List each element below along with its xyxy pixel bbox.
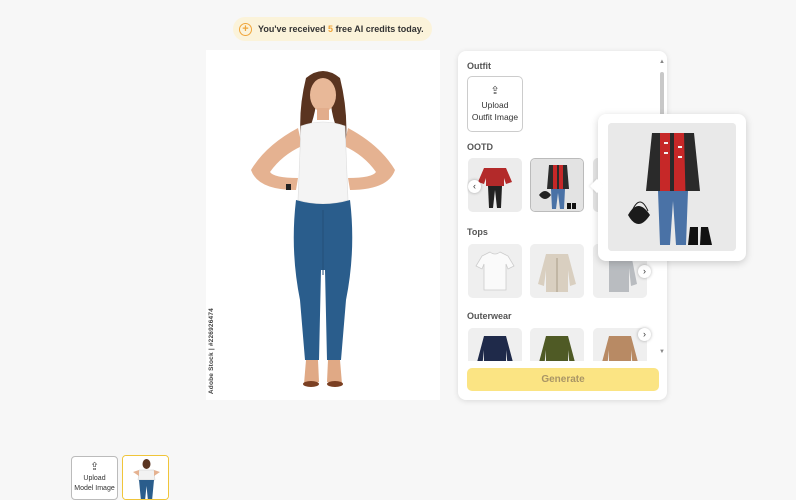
plus-circle-icon: +	[239, 22, 252, 36]
ootd-item-red-scarf[interactable]	[530, 158, 584, 212]
credits-text: You've received 5 free AI credits today.	[258, 24, 424, 34]
model-photo	[251, 71, 395, 387]
upload-outfit-button[interactable]: ⇪ Upload Outfit Image	[467, 76, 523, 132]
outerwear-row: ›	[467, 328, 657, 361]
outfit-preview-image	[608, 123, 736, 251]
outfit-preview-popup	[589, 114, 746, 261]
upload-icon: ⇪	[490, 85, 500, 97]
outerwear-item-navy-jacket[interactable]	[468, 328, 522, 361]
section-title-tops: Tops	[467, 227, 488, 237]
section-title-outerwear: Outerwear	[467, 311, 512, 321]
section-title-outfit: Outfit	[467, 61, 491, 71]
credits-banner: + You've received 5 free AI credits toda…	[233, 17, 432, 41]
model-thumbnail-selected[interactable]	[122, 455, 169, 500]
tops-item-white-tee[interactable]	[468, 244, 522, 298]
outerwear-item-olive-jacket[interactable]	[530, 328, 584, 361]
upload-icon: ⇪	[89, 461, 100, 473]
outerwear-next-button[interactable]: ›	[638, 328, 651, 341]
watermark-text: Adobe Stock | #226926474	[208, 307, 215, 394]
model-canvas: Adobe Stock | #226926474	[206, 50, 440, 400]
tops-next-button[interactable]: ›	[638, 265, 651, 278]
scroll-up-icon[interactable]: ▲	[659, 59, 665, 65]
section-title-ootd: OOTD	[467, 142, 493, 152]
tops-item-cardigan[interactable]	[530, 244, 584, 298]
upload-model-button[interactable]: ⇪ Upload Model Image	[71, 456, 118, 500]
generate-button[interactable]: Generate	[467, 368, 659, 391]
ootd-prev-button[interactable]: ‹	[468, 180, 481, 193]
credits-count: 5	[328, 24, 334, 34]
scroll-down-icon[interactable]: ▼	[659, 349, 665, 355]
